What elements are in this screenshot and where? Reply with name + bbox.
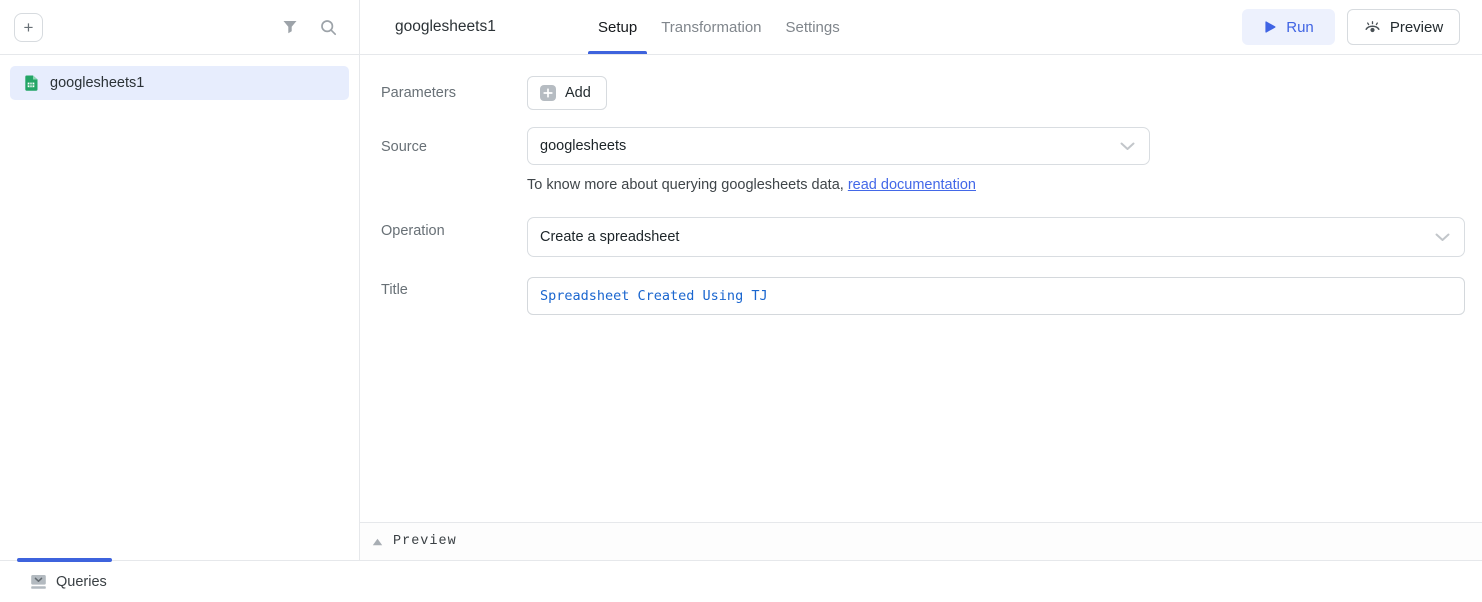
source-row: Source googlesheets To know more about q…: [381, 127, 1465, 193]
chevron-down-icon: [1435, 233, 1450, 242]
query-item-label: googlesheets1: [50, 75, 144, 91]
operation-select[interactable]: Create a spreadsheet: [527, 217, 1465, 257]
header-spacer: [840, 0, 1242, 54]
query-header: googlesheets1 Setup Transformation Setti…: [360, 0, 1482, 55]
query-title: googlesheets1: [395, 0, 598, 54]
query-setup-form: Parameters Add Source googlesheets: [360, 55, 1482, 522]
tab-transformation[interactable]: Transformation: [661, 0, 761, 54]
tab-settings[interactable]: Settings: [786, 0, 840, 54]
add-query-button[interactable]: +: [14, 13, 43, 42]
query-editor-window: +: [0, 0, 1482, 602]
queries-tab-active-indicator: [17, 558, 112, 562]
operation-select-value: Create a spreadsheet: [540, 229, 679, 245]
preview-collapse-bar[interactable]: Preview: [360, 522, 1482, 560]
googlesheets-icon: [23, 75, 39, 91]
preview-button-label: Preview: [1390, 19, 1443, 36]
source-help-prefix: To know more about querying googlesheets…: [527, 177, 848, 193]
preview-button[interactable]: Preview: [1347, 9, 1460, 45]
header-buttons: Run Preview: [1242, 0, 1460, 54]
title-label: Title: [381, 277, 527, 300]
source-control-column: googlesheets To know more about querying…: [527, 127, 1465, 193]
tab-setup[interactable]: Setup: [598, 0, 637, 54]
source-select-value: googlesheets: [540, 138, 626, 154]
source-label: Source: [381, 127, 527, 157]
title-row: Title Spreadsheet Created Using TJ: [381, 277, 1465, 315]
operation-label: Operation: [381, 217, 527, 241]
run-button-label: Run: [1286, 19, 1314, 36]
add-parameter-button[interactable]: Add: [527, 76, 607, 110]
play-icon: [1263, 20, 1277, 34]
sidebar-toolbar: +: [0, 0, 359, 55]
tab-queries[interactable]: Queries: [30, 573, 107, 590]
caret-up-icon: [372, 538, 383, 546]
title-code-value: Spreadsheet Created Using TJ: [540, 288, 768, 304]
read-documentation-link[interactable]: read documentation: [848, 177, 976, 193]
query-sidebar: +: [0, 0, 360, 560]
add-parameter-label: Add: [565, 85, 591, 101]
parameters-row: Parameters Add: [381, 76, 1465, 110]
preview-bar-label: Preview: [393, 534, 457, 549]
query-tabs: Setup Transformation Settings: [598, 0, 840, 54]
query-list: googlesheets1: [0, 55, 359, 111]
eye-icon: [1364, 19, 1381, 36]
bottom-panel-icon: [30, 573, 47, 590]
plus-icon: [540, 85, 556, 101]
queries-tab-label: Queries: [56, 574, 107, 590]
source-help-text: To know more about querying googlesheets…: [527, 177, 1465, 193]
operation-row: Operation Create a spreadsheet: [381, 217, 1465, 257]
query-main-panel: googlesheets1 Setup Transformation Setti…: [360, 0, 1482, 560]
run-button[interactable]: Run: [1242, 9, 1335, 45]
search-icon[interactable]: [320, 19, 337, 36]
source-select[interactable]: googlesheets: [527, 127, 1150, 165]
chevron-down-icon: [1120, 142, 1135, 151]
bottom-panel-bar: Queries: [0, 560, 1482, 602]
filter-icon[interactable]: [282, 19, 298, 35]
query-list-item-googlesheets1[interactable]: googlesheets1: [10, 66, 349, 100]
title-code-input[interactable]: Spreadsheet Created Using TJ: [527, 277, 1465, 315]
parameters-label: Parameters: [381, 83, 527, 103]
main-row: +: [0, 0, 1482, 560]
